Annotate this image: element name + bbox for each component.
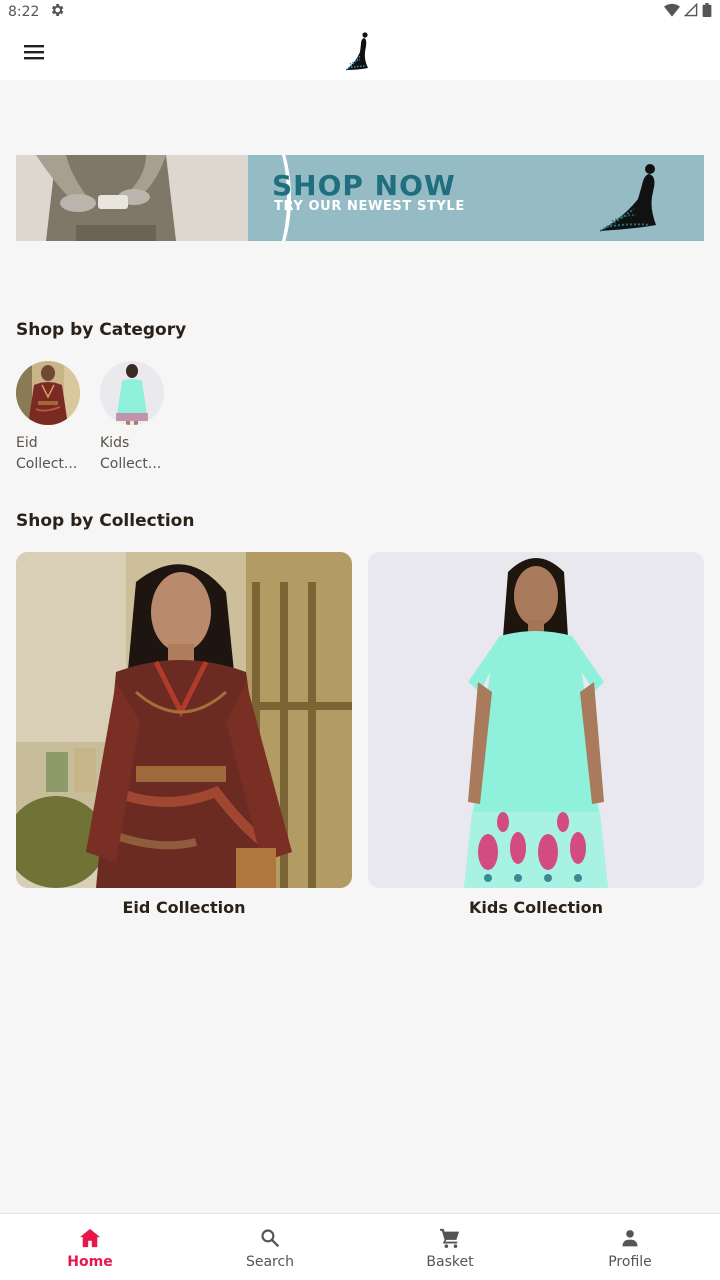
nav-label: Search bbox=[245, 1254, 295, 1270]
collection-label: Kids Collection bbox=[469, 898, 603, 917]
battery-icon bbox=[702, 3, 712, 21]
status-time: 8:22 bbox=[8, 4, 40, 20]
search-icon bbox=[260, 1228, 280, 1252]
category-label: Eid Collect... bbox=[16, 435, 78, 472]
category-image-eid bbox=[16, 361, 80, 425]
collection-section-title: Shop by Collection bbox=[16, 511, 195, 531]
top-app-bar bbox=[0, 24, 720, 80]
wifi-icon bbox=[664, 3, 680, 21]
category-item-eid[interactable]: Eid Collect... bbox=[16, 361, 82, 475]
bottom-navigation: Home Search Basket Profile bbox=[0, 1213, 720, 1280]
signal-icon bbox=[683, 2, 698, 21]
hamburger-menu-icon[interactable] bbox=[14, 32, 54, 72]
collection-label: Eid Collection bbox=[122, 898, 246, 917]
banner-title: SHOP NOW bbox=[272, 169, 456, 202]
nav-label: Profile bbox=[608, 1254, 652, 1270]
nav-label: Home bbox=[67, 1254, 113, 1270]
category-section-title: Shop by Category bbox=[16, 320, 187, 340]
promo-banner[interactable]: SHOP NOW TRY OUR NEWEST STYLE bbox=[16, 155, 704, 241]
collection-card-eid[interactable]: Eid Collection bbox=[16, 552, 352, 917]
nav-item-profile[interactable]: Profile bbox=[540, 1214, 720, 1280]
banner-model-photo bbox=[16, 155, 248, 241]
person-icon bbox=[620, 1228, 640, 1252]
collection-image-kids bbox=[368, 552, 704, 888]
category-label: Kids Collect... bbox=[100, 435, 162, 472]
banner-logo bbox=[594, 159, 674, 237]
nav-item-search[interactable]: Search bbox=[180, 1214, 360, 1280]
banner-subtitle: TRY OUR NEWEST STYLE bbox=[274, 199, 465, 214]
nav-item-basket[interactable]: Basket bbox=[360, 1214, 540, 1280]
category-image-kids bbox=[100, 361, 164, 425]
collection-card-kids[interactable]: Kids Collection bbox=[368, 552, 704, 917]
brand-logo[interactable] bbox=[338, 30, 382, 74]
collection-image-eid bbox=[16, 552, 352, 888]
nav-label: Basket bbox=[426, 1254, 474, 1270]
cart-icon bbox=[439, 1228, 461, 1252]
nav-item-home[interactable]: Home bbox=[0, 1214, 180, 1280]
status-bar: 8:22 bbox=[0, 0, 720, 24]
settings-icon bbox=[49, 2, 65, 22]
home-icon bbox=[79, 1228, 101, 1252]
category-item-kids[interactable]: Kids Collect... bbox=[100, 361, 166, 475]
